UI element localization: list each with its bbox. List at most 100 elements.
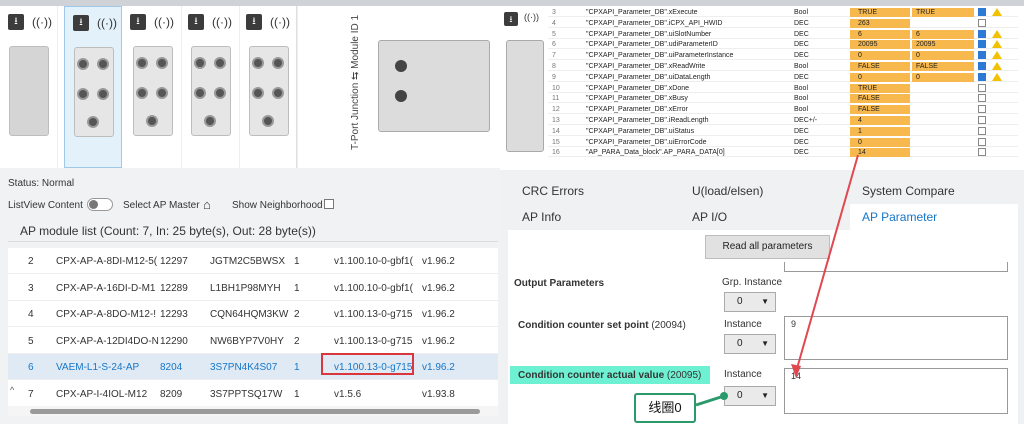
display-format: DEC	[794, 149, 809, 157]
modify-checkbox[interactable]	[978, 8, 986, 16]
scrollbar-thumb[interactable]	[30, 409, 480, 414]
module-firmware: v1.5.6	[334, 388, 362, 400]
module-version: v1.96.2	[422, 282, 455, 294]
module-serial: 3S7PN4K4S07	[210, 362, 278, 373]
scroll-up-icon[interactable]: ^	[10, 385, 14, 395]
download-icon[interactable]: ⭳	[188, 14, 204, 30]
warning-icon	[992, 8, 1002, 16]
actual-value-field[interactable]: 14	[784, 368, 1008, 414]
actual-instance-select[interactable]: 0 ▼	[724, 386, 776, 406]
module-image	[191, 46, 231, 136]
table-row[interactable]: 3 "CPXAPI_Parameter_DB".xExecute Bool TRUE T…	[548, 8, 1018, 17]
list-item[interactable]: 6 VAEM-L1-S-24-AP 8204 3S7PN4K4S07 1 v1.100.1…	[8, 354, 498, 380]
module-tile[interactable]: ⭳ ((·))	[182, 6, 240, 168]
modify-checkbox[interactable]	[978, 51, 986, 60]
set-point-value-field[interactable]: 9	[784, 316, 1008, 360]
module-serial: CQN64HQM3KW	[210, 309, 289, 320]
module-type: CPX-AP-A-8DI-M12-5(	[56, 256, 158, 267]
tab-crc-errors[interactable]: CRC Errors	[510, 178, 678, 205]
output-params-field[interactable]	[784, 262, 1008, 272]
tab-system-compare[interactable]: System Compare	[850, 178, 1018, 205]
modify-checkbox[interactable]	[978, 137, 986, 146]
list-item[interactable]: 7 CPX-AP-I-4IOL-M12 8209 3S7PPTSQ17W 1 v1.5.6…	[8, 381, 498, 407]
module-serial: L1BH1P98MYH	[210, 282, 281, 294]
row-number: 16	[552, 149, 560, 157]
modify-checkbox[interactable]	[978, 94, 986, 103]
module-tile[interactable]: ⭳ ((·))	[240, 6, 298, 168]
table-row[interactable]: 4 "CPXAPI_Parameter_DB".iCPX_API_HWID DEC 2…	[548, 18, 1018, 28]
wireless-icon: ((·))	[154, 15, 174, 29]
table-row[interactable]: 5 "CPXAPI_Parameter_DB".uiSlotNumber DEC 6 6	[548, 29, 1018, 39]
modify-checkbox[interactable]	[978, 83, 986, 92]
download-icon[interactable]: ⭳	[73, 15, 89, 31]
monitor-value: 1	[858, 127, 862, 135]
module-tile-selected[interactable]: ⭳ ((·))	[64, 6, 122, 168]
module-serial: 3S7PPTSQ17W	[210, 388, 283, 400]
module-number: 7	[28, 388, 34, 400]
table-row[interactable]: 7 "CPXAPI_Parameter_DB".uiParameterInstan…	[548, 51, 1018, 61]
display-format: Bool	[794, 95, 809, 103]
download-icon[interactable]: ⭳	[504, 12, 518, 26]
download-icon[interactable]: ⭳	[8, 14, 24, 30]
module-tile[interactable]: ⭳ ((·))	[124, 6, 182, 168]
tab-ap-io[interactable]: AP I/O	[680, 204, 848, 231]
module-code: 12293	[160, 309, 188, 320]
set-point-instance-select[interactable]: 0 ▼	[724, 334, 776, 354]
port-icon	[204, 115, 216, 127]
table-row[interactable]: 12 "CPXAPI_Parameter_DB".xError Bool FALSE	[548, 105, 1018, 115]
home-icon[interactable]: ⌂	[203, 197, 211, 212]
list-item[interactable]: 5 CPX-AP-A-12DI4DO-N 12290 NW6BYP7V0HY 2 v1.1…	[8, 328, 498, 354]
tab-u-load[interactable]: U(load/elsen)	[680, 178, 848, 205]
table-row[interactable]: 14 "CPXAPI_Parameter_DB".uiStatus DEC 1	[548, 126, 1018, 136]
table-row[interactable]: 10 "CPXAPI_Parameter_DB".xDone Bool TRUE	[548, 83, 1018, 93]
module-type: CPX-AP-A-16DI-D-M1	[56, 282, 156, 294]
modify-checkbox[interactable]	[978, 148, 986, 157]
table-row[interactable]: 8 "CPXAPI_Parameter_DB".xReadWrite Bool FAL…	[548, 62, 1018, 71]
list-item[interactable]: 4 CPX-AP-A-8DO-M12-! 12293 CQN64HQM3KW 2 v1.1…	[8, 301, 498, 327]
tab-ap-info[interactable]: AP Info	[510, 204, 678, 231]
tab-ap-parameter[interactable]: AP Parameter	[850, 204, 1018, 231]
modify-checkbox[interactable]	[978, 126, 986, 135]
modify-checkbox[interactable]	[978, 116, 986, 124]
modify-value: FALSE	[916, 63, 938, 70]
modify-checkbox[interactable]	[978, 40, 986, 49]
display-format: DEC	[794, 52, 809, 60]
table-row[interactable]: 11 "CPXAPI_Parameter_DB".xBusy Bool FALSE	[548, 94, 1018, 104]
module-version: v1.96.2	[422, 309, 455, 320]
table-row[interactable]: 6 "CPXAPI_Parameter_DB".udiParameterID DEC…	[548, 40, 1018, 50]
watch-table: 3 "CPXAPI_Parameter_DB".xExecute Bool TRUE T…	[548, 8, 1018, 168]
port-icon	[146, 115, 158, 127]
module-list: 2 CPX-AP-A-8DI-M12-5(12297 JGTM2C5BWSX 1 v1.…	[8, 248, 498, 408]
modify-checkbox[interactable]	[978, 29, 986, 38]
wireless-icon: ((·))	[524, 12, 539, 22]
module-tile[interactable]: ⭳ ((·))	[0, 6, 58, 168]
wireless-icon: ((·))	[212, 15, 232, 29]
modify-value: 20095	[916, 41, 936, 49]
download-icon[interactable]: ⭳	[246, 14, 262, 30]
table-row[interactable]: 16 "AP_PARA_Data_block".AP_PARA_DATA[0] DE…	[548, 148, 1018, 158]
list-item[interactable]: 3 CPX-AP-A-16DI-D-M1 12289 L1BH1P98MYH 1 v1.1…	[8, 275, 498, 301]
valve-terminal-image	[378, 40, 490, 132]
table-row[interactable]: 9 "CPXAPI_Parameter_DB".uiDataLength DEC 0 0	[548, 72, 1018, 82]
read-all-parameters-button[interactable]: Read all parameters	[705, 235, 830, 259]
module-type: CPX-AP-A-8DO-M12-!	[56, 309, 157, 320]
modify-checkbox[interactable]	[978, 105, 986, 114]
display-format: DEC+/-	[794, 117, 818, 124]
show-neighborhood-checkbox[interactable]	[324, 199, 334, 209]
module-version: v1.93.8	[422, 388, 455, 400]
row-number: 3	[552, 9, 556, 16]
row-number: 4	[552, 19, 556, 27]
modify-checkbox[interactable]	[978, 18, 986, 27]
list-item[interactable]: 2 CPX-AP-A-8DI-M12-5(12297 JGTM2C5BWSX 1 v1.…	[8, 248, 498, 274]
actual-value-id: (20095)	[666, 370, 702, 381]
modify-checkbox[interactable]	[978, 72, 986, 81]
download-icon[interactable]: ⭳	[130, 14, 146, 30]
module-serial: NW6BYP7V0HY	[210, 335, 284, 347]
warning-icon	[992, 72, 1002, 81]
modify-checkbox[interactable]	[978, 62, 986, 70]
grp-instance-select[interactable]: 0 ▼	[724, 292, 776, 312]
status-text: Status: Normal	[8, 178, 75, 189]
module-type: CPX-AP-A-12DI4DO-N	[56, 335, 159, 347]
table-row[interactable]: 13 "CPXAPI_Parameter_DB".iReadLength DEC+/…	[548, 116, 1018, 125]
table-row[interactable]: 15 "CPXAPI_Parameter_DB".uiErrorCode DEC 0	[548, 137, 1018, 147]
